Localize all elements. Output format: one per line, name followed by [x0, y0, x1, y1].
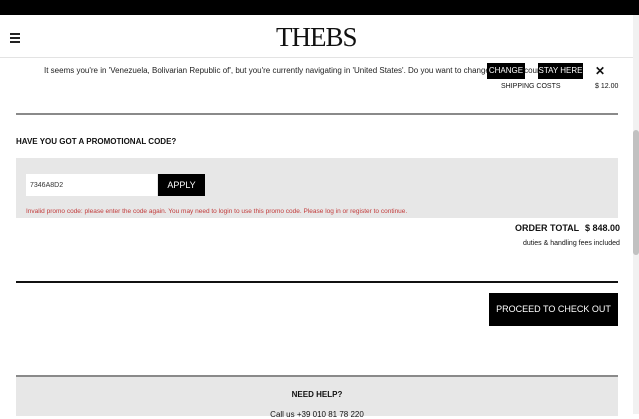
promo-code-input[interactable] — [26, 174, 157, 196]
brand-logo[interactable]: THEBS — [276, 24, 358, 51]
hamburger-icon[interactable] — [10, 33, 20, 45]
scrollbar[interactable] — [633, 15, 639, 414]
duties-note: duties & handling fees included — [523, 240, 620, 247]
help-title: NEED HELP? — [291, 390, 343, 399]
proceed-to-checkout-button[interactable]: PROCEED TO CHECK OUT — [489, 293, 618, 326]
stay-here-button[interactable]: STAY HERE — [538, 63, 583, 79]
apply-button[interactable]: APPLY — [158, 174, 205, 196]
checkout-divider — [16, 281, 618, 283]
close-icon[interactable]: ✕ — [595, 64, 605, 78]
order-total-label: ORDER TOTAL — [515, 223, 580, 233]
order-total-value: $ 848.00 — [585, 223, 621, 233]
section-divider — [16, 113, 618, 115]
promo-error-message: Invalid promo code: please enter the cod… — [26, 208, 408, 215]
help-panel: NEED HELP? Call us +39 010 81 78 220 — [16, 375, 618, 419]
shipping-costs-label: SHIPPING COSTS — [501, 83, 561, 90]
header-divider — [0, 57, 633, 58]
promo-heading: HAVE YOU GOT A PROMOTIONAL CODE? — [16, 137, 177, 146]
shipping-costs-value: $ 12.00 — [595, 83, 619, 90]
help-phone[interactable]: Call us +39 010 81 78 220 — [16, 410, 618, 419]
change-country-button[interactable]: CHANGE — [487, 63, 525, 79]
top-black-bar — [0, 0, 639, 15]
scrollbar-thumb[interactable] — [633, 130, 639, 255]
country-notice-text: It seems you're in 'Venezuela, Bolivaria… — [44, 66, 555, 75]
